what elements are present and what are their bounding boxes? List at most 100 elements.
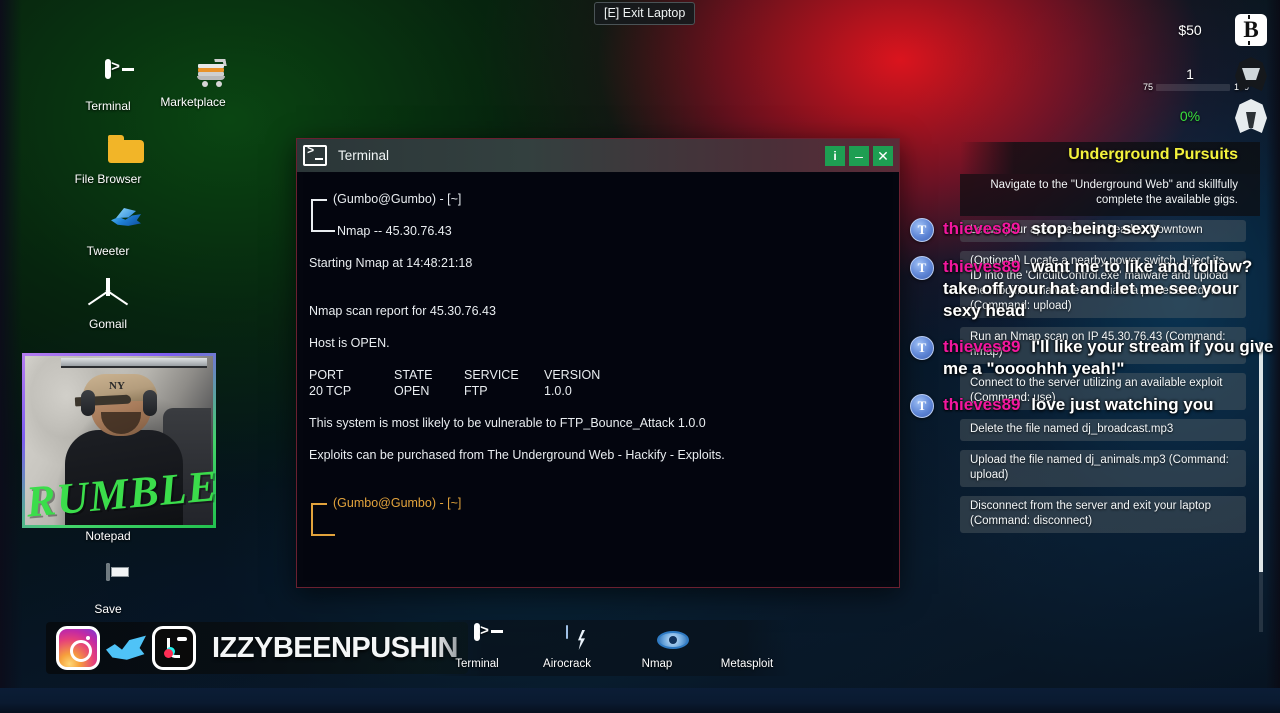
twitter-icon[interactable] <box>104 626 148 670</box>
avatar: T <box>910 394 934 418</box>
headphone-right <box>143 390 157 416</box>
quest-panel-title: Underground Pursuits <box>960 142 1260 174</box>
terminal-output[interactable]: (Gumbo@Gumbo) - [~] Nmap -- 45.30.76.43 … <box>303 173 893 581</box>
terminal-prompt-user-2: (Gumbo@Gumbo) - [~] <box>309 495 893 511</box>
floppy-disk-icon <box>60 563 156 599</box>
taskbar-app-label: Airocrack <box>543 658 591 670</box>
ghost-figure-icon <box>1234 99 1268 133</box>
tiktok-icon[interactable] <box>152 626 196 670</box>
terminal-table-row: 20 TCP OPEN FTP 1.0.0 <box>309 383 893 399</box>
envelope-icon <box>60 278 156 314</box>
col-service-header: SERVICE <box>464 368 519 382</box>
taskbar-app-nmap[interactable]: Nmap <box>622 626 692 670</box>
desktop-icon-terminal[interactable]: Terminal <box>60 59 156 113</box>
terminal-prompt-command: Nmap -- 45.30.76.43 <box>309 217 893 239</box>
col-state-value: OPEN <box>394 384 430 398</box>
chat-text: stop being sexy <box>1031 219 1160 238</box>
terminal-table-header: PORT STATE SERVICE VERSION <box>309 367 893 383</box>
airocrack-icon <box>532 625 602 656</box>
stream-stage: [E] Exit Laptop Terminal Marketplace Fil… <box>0 0 1280 713</box>
chat-message: T thieves89 want me to like and follow? … <box>910 256 1280 322</box>
desktop-icon-save[interactable]: Save <box>60 563 156 616</box>
stream-chat-overlay: T thieves89 stop being sexy T thieves89 … <box>910 218 1280 432</box>
desktop-icon-label: Marketplace <box>160 95 226 109</box>
chat-text: love just watching you <box>1031 395 1214 414</box>
desktop-icon-label: Tweeter <box>86 244 130 258</box>
hud: $50 B 1 75 100 0% <box>1138 8 1268 138</box>
avatar: T <box>910 218 934 242</box>
exit-laptop-button[interactable]: [E] Exit Laptop <box>594 2 696 25</box>
col-port-header: PORT <box>309 368 344 382</box>
hud-money-value: $50 <box>1178 22 1202 38</box>
terminal-prompt-user: (Gumbo@Gumbo) - [~] <box>309 191 893 207</box>
taskbar-app-terminal[interactable]: Terminal <box>442 623 512 670</box>
terminal-line-vuln: This system is most likely to be vulnera… <box>309 416 706 430</box>
taskbar-app-metasploit[interactable]: Metasploit <box>712 626 782 670</box>
streamer-lower-third: IZZYBEENPUSHIN <box>46 622 468 674</box>
chat-username: thieves89 <box>943 219 1021 238</box>
terminal-branch-connector <box>309 199 893 223</box>
desktop-icon-gomail[interactable]: Gomail <box>60 278 156 331</box>
quest-objective: Upload the file named dj_animals.mp3 (Co… <box>960 450 1246 487</box>
avatar: T <box>910 256 934 280</box>
terminal-line-exploits: Exploits can be purchased from The Under… <box>309 448 725 462</box>
monitor-prop <box>61 358 207 368</box>
hooded-figure-icon <box>1234 57 1268 91</box>
info-button[interactable]: i <box>825 145 845 166</box>
hud-xp-min: 75 <box>1142 82 1153 92</box>
streamer-handle: IZZYBEENPUSHIN <box>212 631 458 664</box>
desktop-icon-label: Gomail <box>88 317 127 331</box>
terminal-titlebar[interactable]: Terminal i – ✕ <box>297 139 899 172</box>
avatar: T <box>910 336 934 360</box>
desktop-icon-label: Terminal <box>85 99 131 113</box>
terminal-input-line[interactable] <box>309 521 893 543</box>
chat-message: T thieves89 stop being sexy <box>910 218 1280 242</box>
col-service-value: FTP <box>464 384 488 398</box>
eye-icon <box>622 626 692 656</box>
hud-money-row: $50 B <box>1138 8 1268 52</box>
close-button[interactable]: ✕ <box>873 145 893 166</box>
terminal-icon <box>303 144 327 166</box>
desktop-icon-file-browser[interactable]: File Browser <box>60 135 156 186</box>
terminal-icon <box>442 623 512 656</box>
hud-heat-value: 0% <box>1179 108 1201 124</box>
terminal-icon <box>60 59 156 96</box>
taskbar-app-airocrack[interactable]: Airocrack <box>532 625 602 670</box>
hud-level-value: 1 <box>1186 66 1194 82</box>
taskbar-app-label: Terminal <box>455 658 499 670</box>
quest-panel-description: Navigate to the "Underground Web" and sk… <box>960 174 1260 216</box>
bird-icon <box>60 207 156 241</box>
desktop-icon-tweeter[interactable]: Tweeter <box>60 207 156 258</box>
terminal-window-title: Terminal <box>338 148 390 163</box>
bottom-letterbox-bar <box>0 688 1280 713</box>
chat-message: T thieves89 I'll like your stream if you… <box>910 336 1280 380</box>
desktop-icon-marketplace[interactable]: Marketplace <box>145 58 241 109</box>
chat-username: thieves89 <box>943 257 1021 276</box>
minimize-button[interactable]: – <box>849 145 869 166</box>
folder-icon <box>60 135 156 169</box>
terminal-window[interactable]: Terminal i – ✕ (Gumbo@Gumbo) - [~] Nmap … <box>296 138 900 588</box>
col-port-value: 20 TCP <box>309 384 352 398</box>
taskbar-app-label: Nmap <box>641 658 673 670</box>
taskbar-app-label: Metasploit <box>720 658 774 670</box>
chat-username: thieves89 <box>943 395 1021 414</box>
col-state-header: STATE <box>394 368 433 382</box>
shield-m-icon <box>712 626 782 656</box>
col-version-value: 1.0.0 <box>544 384 572 398</box>
chat-message: T thieves89 love just watching you <box>910 394 1280 418</box>
webcam-overlay <box>22 353 216 528</box>
chat-username: thieves89 <box>943 337 1021 356</box>
desktop-icon-label: File Browser <box>74 172 142 186</box>
terminal-line-report: Nmap scan report for 45.30.76.43 <box>309 304 496 318</box>
quest-objective: Disconnect from the server and exit your… <box>960 496 1246 533</box>
headphone-left <box>81 390 95 416</box>
terminal-line-starting: Starting Nmap at 14:48:21:18 <box>309 256 473 270</box>
instagram-icon[interactable] <box>56 626 100 670</box>
desktop-icon-label: Save <box>94 602 122 616</box>
hud-heat-row: 0% <box>1138 94 1268 138</box>
bitcoin-icon: B <box>1234 13 1268 47</box>
shopping-cart-icon <box>145 58 241 92</box>
hud-xp-track <box>1156 83 1230 91</box>
terminal-window-controls: i – ✕ <box>825 145 899 166</box>
terminal-branch-connector-2 <box>309 503 893 527</box>
